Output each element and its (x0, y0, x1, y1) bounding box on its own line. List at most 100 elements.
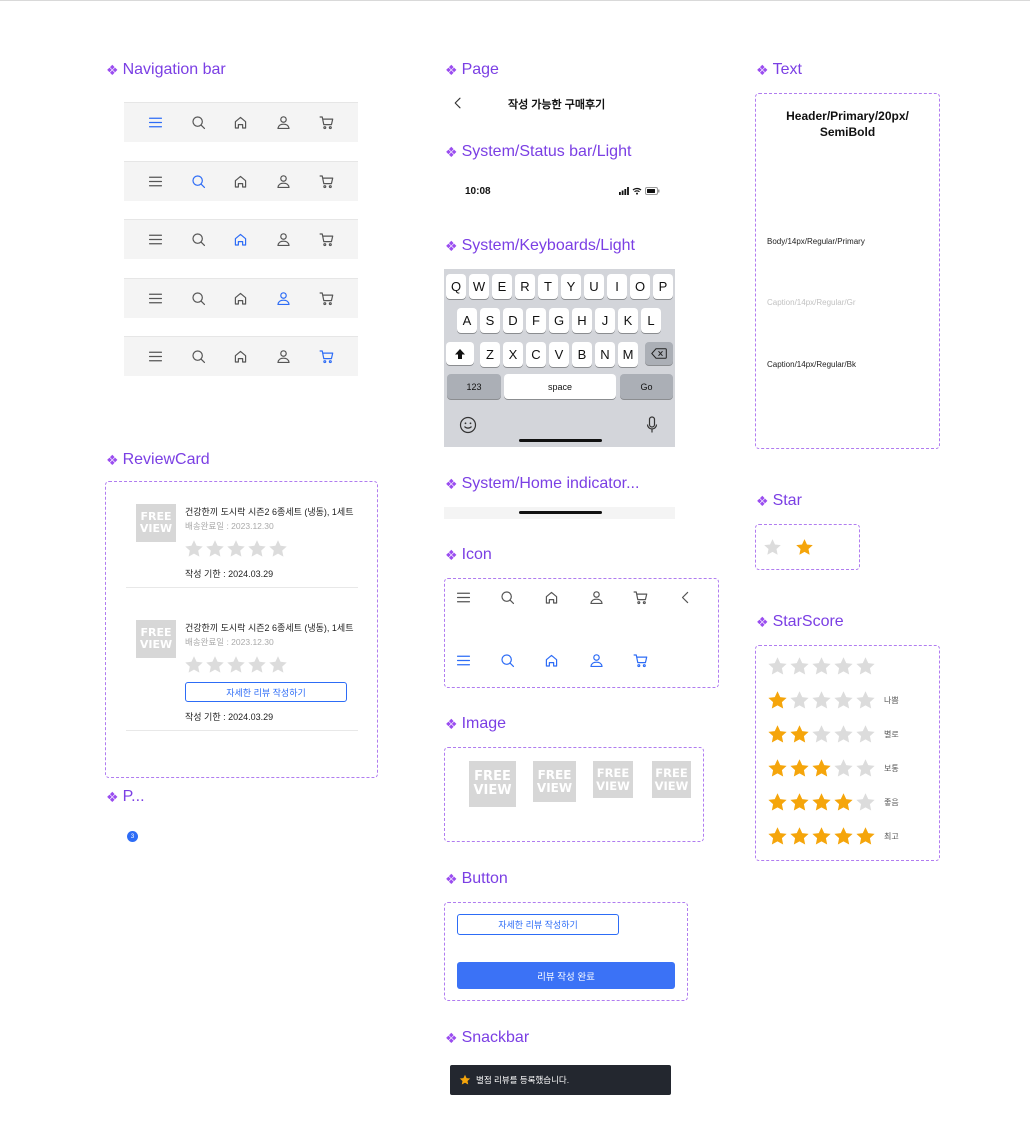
key-h[interactable]: H (572, 308, 592, 333)
diamond-icon: ❖ (445, 475, 458, 492)
home-indicator (519, 511, 602, 514)
cart-icon[interactable] (318, 114, 335, 131)
shift-key[interactable] (446, 342, 474, 365)
key-a[interactable]: A (457, 308, 477, 333)
menu-icon[interactable] (147, 231, 164, 248)
star-empty-icon[interactable] (248, 656, 266, 673)
home-icon[interactable] (232, 290, 249, 307)
shift-arrow-icon (455, 348, 465, 359)
navigation-bar-search-active (124, 161, 358, 201)
text-body-sample: Body/14px/Regular/Primary (767, 237, 865, 246)
star-score-label: 나쁨 (884, 696, 899, 705)
star-empty-icon[interactable] (227, 656, 245, 673)
key-i[interactable]: I (607, 274, 627, 299)
key-b[interactable]: B (572, 342, 592, 367)
star-empty-icon[interactable] (206, 656, 224, 673)
diamond-icon: ❖ (106, 788, 119, 805)
user-icon[interactable] (275, 173, 292, 190)
write-detailed-review-button[interactable]: 자세한 리뷰 작성하기 (185, 682, 347, 702)
search-icon[interactable] (190, 173, 207, 190)
product-thumbnail: FREE VIEW (136, 504, 176, 542)
text-header-sample: Header/Primary/20px/ SemiBold (786, 109, 909, 140)
backspace-key[interactable] (645, 342, 673, 365)
write-detailed-review-button[interactable]: 자세한 리뷰 작성하기 (457, 914, 619, 935)
star-rating-input[interactable] (184, 655, 290, 680)
menu-icon[interactable] (147, 173, 164, 190)
search-icon[interactable] (190, 231, 207, 248)
star-empty-icon[interactable] (185, 656, 203, 673)
emoji-icon[interactable] (459, 416, 477, 434)
home-icon[interactable] (232, 231, 249, 248)
review-due-date: 작성 기한 : 2024.03.29 (185, 712, 274, 722)
home-icon[interactable] (232, 348, 249, 365)
home-icon[interactable] (232, 114, 249, 131)
numbers-key[interactable]: 123 (447, 374, 501, 399)
key-j[interactable]: J (595, 308, 615, 333)
key-n[interactable]: N (595, 342, 615, 367)
user-icon[interactable] (275, 231, 292, 248)
key-q[interactable]: Q (446, 274, 466, 299)
menu-icon[interactable] (147, 290, 164, 307)
search-icon[interactable] (190, 348, 207, 365)
search-icon[interactable] (190, 290, 207, 307)
diamond-icon: ❖ (445, 143, 458, 160)
key-z[interactable]: Z (480, 342, 500, 367)
review-complete-button[interactable]: 리뷰 작성 완료 (457, 962, 675, 989)
key-w[interactable]: W (469, 274, 489, 299)
key-c[interactable]: C (526, 342, 546, 367)
star-empty-icon (834, 725, 853, 743)
star-rating-input[interactable] (184, 539, 290, 564)
section-title-p: ❖ P... (106, 788, 145, 805)
key-e[interactable]: E (492, 274, 512, 299)
go-key[interactable]: Go (620, 374, 673, 399)
section-title-page: ❖ Page (445, 61, 499, 78)
page-badge[interactable]: 3 (127, 831, 138, 842)
star-filled-icon[interactable] (795, 538, 814, 557)
key-p[interactable]: P (653, 274, 673, 299)
key-l[interactable]: L (641, 308, 661, 333)
user-icon[interactable] (275, 290, 292, 307)
key-k[interactable]: K (618, 308, 638, 333)
cart-icon[interactable] (318, 231, 335, 248)
cart-icon[interactable] (318, 173, 335, 190)
star-empty-icon[interactable] (269, 656, 287, 673)
user-icon[interactable] (275, 114, 292, 131)
microphone-icon[interactable] (646, 416, 658, 434)
space-key[interactable]: space (504, 374, 616, 399)
key-f[interactable]: F (526, 308, 546, 333)
search-icon[interactable] (190, 114, 207, 131)
section-title-status-bar: ❖ System/Status bar/Light (445, 143, 632, 160)
key-t[interactable]: T (538, 274, 558, 299)
cart-icon[interactable] (318, 348, 335, 365)
user-icon[interactable] (275, 348, 292, 365)
key-u[interactable]: U (584, 274, 604, 299)
key-d[interactable]: D (503, 308, 523, 333)
key-g[interactable]: G (549, 308, 569, 333)
menu-icon[interactable] (147, 348, 164, 365)
key-m[interactable]: M (618, 342, 638, 367)
menu-icon[interactable] (147, 114, 164, 131)
star-empty-icon[interactable] (206, 540, 224, 557)
star-empty-icon (812, 725, 831, 743)
section-title-text: ❖ Text (756, 61, 802, 78)
key-r[interactable]: R (515, 274, 535, 299)
home-icon[interactable] (232, 173, 249, 190)
chevron-left-icon[interactable] (450, 95, 466, 111)
star-filled-icon (768, 725, 787, 743)
star-empty-icon (812, 657, 831, 675)
star-empty-icon[interactable] (185, 540, 203, 557)
cart-icon[interactable] (318, 290, 335, 307)
star-filled-icon (856, 827, 875, 845)
key-x[interactable]: X (503, 342, 523, 367)
key-y[interactable]: Y (561, 274, 581, 299)
star-empty-icon[interactable] (227, 540, 245, 557)
key-o[interactable]: O (630, 274, 650, 299)
star-empty-icon (834, 691, 853, 709)
diamond-icon: ❖ (445, 1029, 458, 1046)
key-v[interactable]: V (549, 342, 569, 367)
star-empty-icon[interactable] (269, 540, 287, 557)
delivered-date: 배송완료일 : 2023.12.30 (185, 637, 274, 647)
key-s[interactable]: S (480, 308, 500, 333)
star-empty-icon[interactable] (248, 540, 266, 557)
star-empty-icon[interactable] (763, 538, 782, 557)
